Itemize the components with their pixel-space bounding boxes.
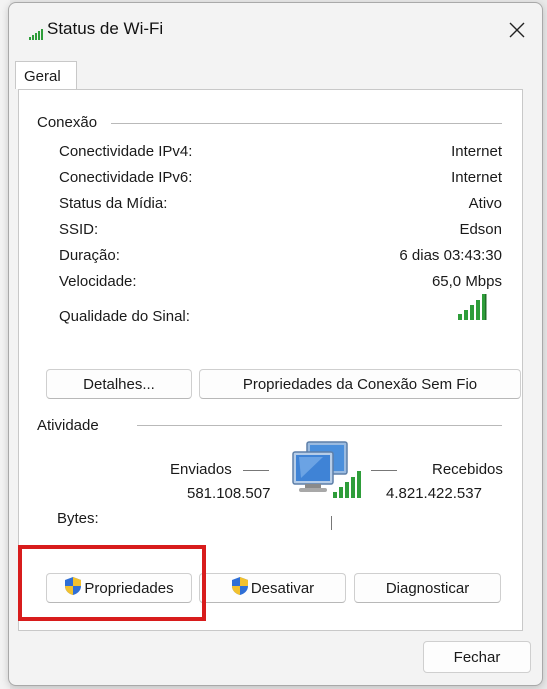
info-value: Internet: [451, 169, 502, 186]
details-button[interactable]: Detalhes...: [46, 369, 192, 399]
received-bytes-value: 4.821.422.537: [386, 485, 482, 502]
disable-button[interactable]: Desativar: [199, 573, 346, 603]
info-value: Edson: [459, 221, 502, 238]
info-row-media-status: Status da Mídia: Ativo: [59, 195, 502, 217]
uac-shield-icon: [231, 576, 249, 600]
window-title: Status de Wi-Fi: [47, 19, 164, 38]
activity-divider: [137, 425, 502, 426]
disable-button-label: Desativar: [250, 579, 315, 597]
info-label: SSID:: [59, 221, 99, 238]
wifi-signal-icon: [29, 27, 43, 44]
properties-button-label: Propriedades: [84, 579, 174, 597]
info-row-duration: Duração: 6 dias 03:43:30: [59, 247, 502, 269]
wireless-properties-button[interactable]: Propriedades da Conexão Sem Fio: [199, 369, 521, 399]
info-value: Internet: [451, 143, 502, 160]
info-label: Duração:: [59, 247, 120, 264]
diagnose-button[interactable]: Diagnosticar: [354, 573, 501, 603]
info-value: 6 dias 03:43:30: [399, 247, 502, 264]
info-row-ipv4: Conectividade IPv4: Internet: [59, 143, 502, 165]
close-window-button[interactable]: [496, 11, 538, 49]
info-label: Qualidade do Sinal:: [59, 308, 190, 325]
bytes-label: Bytes:: [57, 510, 99, 527]
info-row-ipv6: Conectividade IPv6: Internet: [59, 169, 502, 191]
uac-shield-icon: [64, 576, 82, 600]
connection-divider: [111, 123, 502, 124]
info-value: 65,0 Mbps: [431, 273, 502, 290]
received-label: Recebidos: [432, 461, 503, 478]
info-value: Ativo: [468, 195, 502, 212]
sent-line: [243, 470, 269, 471]
info-label: Velocidade:: [59, 273, 137, 290]
info-row-signal-quality: Qualidade do Sinal:: [59, 294, 502, 330]
activity-group-label: Atividade: [37, 417, 105, 434]
info-row-speed: Velocidade: 65,0 Mbps: [59, 273, 502, 295]
info-label: Conectividade IPv4:: [59, 143, 193, 160]
title-bar: Status de Wi-Fi: [9, 3, 542, 53]
info-row-ssid: SSID: Edson: [59, 221, 502, 243]
signal-strength-icon: [458, 294, 488, 324]
received-line: [371, 470, 397, 471]
connection-group-label: Conexão: [37, 114, 104, 131]
activity-link-line: [331, 516, 332, 530]
sent-bytes-value: 581.108.507: [187, 485, 271, 502]
tab-general[interactable]: Geral: [15, 61, 77, 89]
wifi-status-dialog: Status de Wi-Fi Geral Conexão Conectivid…: [8, 2, 543, 686]
sent-label: Enviados: [170, 461, 232, 478]
properties-button[interactable]: Propriedades: [46, 573, 192, 603]
network-computers-icon: [289, 440, 363, 516]
close-icon: [509, 22, 525, 38]
info-label: Conectividade IPv6:: [59, 169, 193, 186]
close-button[interactable]: Fechar: [423, 641, 531, 673]
info-label: Status da Mídia:: [59, 195, 168, 212]
general-panel: Conexão Conectividade IPv4: Internet Con…: [18, 89, 523, 631]
